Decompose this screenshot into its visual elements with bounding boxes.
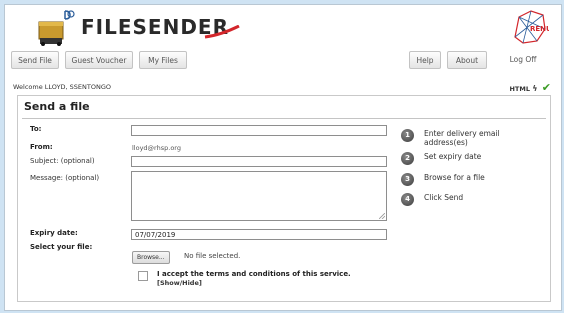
welcome-message: Welcome LLOYD, SSENTONGO — [13, 83, 112, 91]
renu-logo: RENU — [514, 10, 549, 44]
subject-label: Subject: (optional) — [30, 157, 95, 165]
step-text: Browse for a file — [424, 173, 485, 182]
swoosh-icon — [204, 25, 240, 39]
message-textarea[interactable] — [131, 171, 387, 221]
step-text: Set expiry date — [424, 152, 482, 161]
terms-show-hide-link[interactable]: [Show/Hide] — [157, 279, 202, 287]
log-off-button[interactable]: Log Off — [493, 51, 553, 69]
my-files-button[interactable]: My Files — [139, 51, 187, 69]
about-button[interactable]: About — [447, 51, 487, 69]
expiry-date-input[interactable]: 07/07/2019 — [131, 229, 387, 240]
to-input[interactable] — [131, 125, 387, 136]
help-button[interactable]: Help — [409, 51, 441, 69]
from-label: From: — [30, 143, 53, 151]
renu-logo-text: RENU — [530, 25, 549, 33]
to-label: To: — [30, 125, 42, 133]
send-file-button[interactable]: Send File — [11, 51, 59, 69]
no-file-status: No file selected. — [184, 252, 241, 260]
filesender-window: FILESENDER RENU Send File Guest Voucher … — [4, 4, 562, 311]
guest-voucher-button[interactable]: Guest Voucher — [65, 51, 133, 69]
select-file-label: Select your file: — [30, 243, 93, 251]
terms-checkbox[interactable] — [138, 271, 148, 281]
nav-bar: Send File Guest Voucher My Files Help Ab… — [5, 51, 561, 75]
header: FILESENDER RENU — [5, 5, 561, 51]
step-number-icon: 4 — [401, 193, 414, 206]
step-number-icon: 3 — [401, 173, 414, 186]
browse-button[interactable]: Browse... — [132, 251, 170, 264]
brand-wordmark: FILESENDER — [81, 15, 240, 39]
step-text: Enter delivery email address(es) — [424, 129, 500, 147]
send-file-panel: Send a file To: From: lloyd@rhsp.org Sub… — [17, 95, 551, 302]
filesender-logo-icon — [38, 10, 75, 46]
terms-label: I accept the terms and conditions of thi… — [157, 270, 351, 278]
lightning-icon: ϟ — [532, 84, 538, 93]
divider — [22, 118, 546, 119]
message-label: Message: (optional) — [30, 174, 100, 182]
step-text: Click Send — [424, 193, 464, 202]
check-icon: ✔ — [541, 81, 551, 94]
html5-indicator: HTML ϟ ✔ — [509, 81, 551, 94]
from-value: lloyd@rhsp.org — [132, 144, 181, 152]
panel-title: Send a file — [24, 100, 90, 113]
step-number-icon: 2 — [401, 152, 414, 165]
subject-input[interactable] — [131, 156, 387, 167]
resize-grip-icon[interactable] — [379, 213, 385, 219]
step-number-icon: 1 — [401, 129, 414, 142]
expiry-label: Expiry date: — [30, 229, 78, 237]
html5-label: HTML — [509, 85, 530, 93]
